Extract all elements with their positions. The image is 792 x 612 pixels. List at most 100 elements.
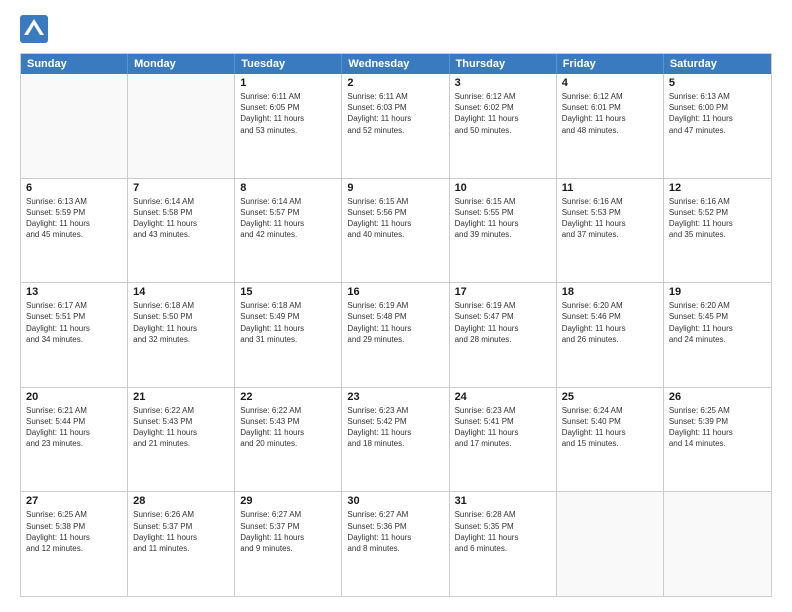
sunset-text: Sunset: 5:57 PM: [240, 207, 336, 218]
sunset-text: Sunset: 6:05 PM: [240, 102, 336, 113]
calendar-cell: 5Sunrise: 6:13 AMSunset: 6:00 PMDaylight…: [664, 74, 771, 178]
calendar-cell: 19Sunrise: 6:20 AMSunset: 5:45 PMDayligh…: [664, 283, 771, 387]
sunset-text: Sunset: 5:36 PM: [347, 521, 443, 532]
sunrise-text: Sunrise: 6:25 AM: [26, 509, 122, 520]
day-number: 12: [669, 182, 766, 194]
calendar-cell: 24Sunrise: 6:23 AMSunset: 5:41 PMDayligh…: [450, 388, 557, 492]
daylight-text-line1: Daylight: 11 hours: [240, 532, 336, 543]
daylight-text-line1: Daylight: 11 hours: [669, 427, 766, 438]
calendar-cell: 14Sunrise: 6:18 AMSunset: 5:50 PMDayligh…: [128, 283, 235, 387]
daylight-text-line2: and 42 minutes.: [240, 229, 336, 240]
daylight-text-line1: Daylight: 11 hours: [669, 323, 766, 334]
daylight-text-line1: Daylight: 11 hours: [133, 532, 229, 543]
daylight-text-line1: Daylight: 11 hours: [562, 427, 658, 438]
calendar-row-1: 1Sunrise: 6:11 AMSunset: 6:05 PMDaylight…: [21, 74, 771, 178]
day-number: 15: [240, 286, 336, 298]
daylight-text-line2: and 50 minutes.: [455, 125, 551, 136]
page: SundayMondayTuesdayWednesdayThursdayFrid…: [0, 0, 792, 612]
sunset-text: Sunset: 5:38 PM: [26, 521, 122, 532]
calendar-cell: 18Sunrise: 6:20 AMSunset: 5:46 PMDayligh…: [557, 283, 664, 387]
calendar-cell: 15Sunrise: 6:18 AMSunset: 5:49 PMDayligh…: [235, 283, 342, 387]
sunset-text: Sunset: 5:42 PM: [347, 416, 443, 427]
day-number: 4: [562, 77, 658, 89]
daylight-text-line2: and 15 minutes.: [562, 438, 658, 449]
sunset-text: Sunset: 5:41 PM: [455, 416, 551, 427]
calendar-body: 1Sunrise: 6:11 AMSunset: 6:05 PMDaylight…: [21, 74, 771, 596]
daylight-text-line1: Daylight: 11 hours: [455, 218, 551, 229]
calendar-cell: 11Sunrise: 6:16 AMSunset: 5:53 PMDayligh…: [557, 179, 664, 283]
header-day-friday: Friday: [557, 54, 664, 74]
header-day-saturday: Saturday: [664, 54, 771, 74]
daylight-text-line1: Daylight: 11 hours: [26, 218, 122, 229]
sunrise-text: Sunrise: 6:18 AM: [240, 300, 336, 311]
day-number: 5: [669, 77, 766, 89]
day-number: 8: [240, 182, 336, 194]
daylight-text-line1: Daylight: 11 hours: [347, 218, 443, 229]
day-number: 9: [347, 182, 443, 194]
sunrise-text: Sunrise: 6:19 AM: [455, 300, 551, 311]
sunset-text: Sunset: 5:37 PM: [133, 521, 229, 532]
day-number: 13: [26, 286, 122, 298]
sunrise-text: Sunrise: 6:23 AM: [455, 405, 551, 416]
day-number: 7: [133, 182, 229, 194]
day-number: 24: [455, 391, 551, 403]
sunset-text: Sunset: 5:55 PM: [455, 207, 551, 218]
daylight-text-line2: and 40 minutes.: [347, 229, 443, 240]
calendar-cell: 22Sunrise: 6:22 AMSunset: 5:43 PMDayligh…: [235, 388, 342, 492]
sunset-text: Sunset: 5:44 PM: [26, 416, 122, 427]
calendar-cell: 8Sunrise: 6:14 AMSunset: 5:57 PMDaylight…: [235, 179, 342, 283]
calendar-cell: 6Sunrise: 6:13 AMSunset: 5:59 PMDaylight…: [21, 179, 128, 283]
day-number: 31: [455, 495, 551, 507]
sunrise-text: Sunrise: 6:27 AM: [347, 509, 443, 520]
header: [20, 15, 772, 43]
daylight-text-line2: and 8 minutes.: [347, 543, 443, 554]
daylight-text-line1: Daylight: 11 hours: [240, 218, 336, 229]
calendar-cell: 20Sunrise: 6:21 AMSunset: 5:44 PMDayligh…: [21, 388, 128, 492]
daylight-text-line2: and 20 minutes.: [240, 438, 336, 449]
calendar-cell: 17Sunrise: 6:19 AMSunset: 5:47 PMDayligh…: [450, 283, 557, 387]
calendar-cell: 31Sunrise: 6:28 AMSunset: 5:35 PMDayligh…: [450, 492, 557, 596]
daylight-text-line2: and 37 minutes.: [562, 229, 658, 240]
calendar-cell: 26Sunrise: 6:25 AMSunset: 5:39 PMDayligh…: [664, 388, 771, 492]
sunset-text: Sunset: 5:46 PM: [562, 311, 658, 322]
sunrise-text: Sunrise: 6:13 AM: [669, 91, 766, 102]
daylight-text-line1: Daylight: 11 hours: [455, 113, 551, 124]
daylight-text-line1: Daylight: 11 hours: [562, 323, 658, 334]
daylight-text-line2: and 23 minutes.: [26, 438, 122, 449]
day-number: 29: [240, 495, 336, 507]
calendar-cell: 29Sunrise: 6:27 AMSunset: 5:37 PMDayligh…: [235, 492, 342, 596]
daylight-text-line2: and 35 minutes.: [669, 229, 766, 240]
daylight-text-line1: Daylight: 11 hours: [133, 218, 229, 229]
daylight-text-line1: Daylight: 11 hours: [669, 218, 766, 229]
sunset-text: Sunset: 5:58 PM: [133, 207, 229, 218]
sunrise-text: Sunrise: 6:22 AM: [240, 405, 336, 416]
sunset-text: Sunset: 5:40 PM: [562, 416, 658, 427]
sunrise-text: Sunrise: 6:23 AM: [347, 405, 443, 416]
sunrise-text: Sunrise: 6:11 AM: [347, 91, 443, 102]
sunrise-text: Sunrise: 6:15 AM: [347, 196, 443, 207]
day-number: 20: [26, 391, 122, 403]
daylight-text-line2: and 29 minutes.: [347, 334, 443, 345]
daylight-text-line1: Daylight: 11 hours: [240, 427, 336, 438]
sunset-text: Sunset: 6:03 PM: [347, 102, 443, 113]
daylight-text-line1: Daylight: 11 hours: [669, 113, 766, 124]
daylight-text-line2: and 9 minutes.: [240, 543, 336, 554]
daylight-text-line2: and 14 minutes.: [669, 438, 766, 449]
daylight-text-line1: Daylight: 11 hours: [347, 427, 443, 438]
sunrise-text: Sunrise: 6:16 AM: [669, 196, 766, 207]
daylight-text-line1: Daylight: 11 hours: [347, 532, 443, 543]
sunset-text: Sunset: 5:43 PM: [133, 416, 229, 427]
daylight-text-line1: Daylight: 11 hours: [26, 532, 122, 543]
daylight-text-line2: and 43 minutes.: [133, 229, 229, 240]
sunset-text: Sunset: 5:37 PM: [240, 521, 336, 532]
calendar-cell: 25Sunrise: 6:24 AMSunset: 5:40 PMDayligh…: [557, 388, 664, 492]
daylight-text-line1: Daylight: 11 hours: [240, 323, 336, 334]
day-number: 21: [133, 391, 229, 403]
daylight-text-line1: Daylight: 11 hours: [26, 427, 122, 438]
header-day-sunday: Sunday: [21, 54, 128, 74]
daylight-text-line2: and 31 minutes.: [240, 334, 336, 345]
day-number: 2: [347, 77, 443, 89]
sunset-text: Sunset: 5:50 PM: [133, 311, 229, 322]
day-number: 22: [240, 391, 336, 403]
logo: [20, 15, 52, 43]
